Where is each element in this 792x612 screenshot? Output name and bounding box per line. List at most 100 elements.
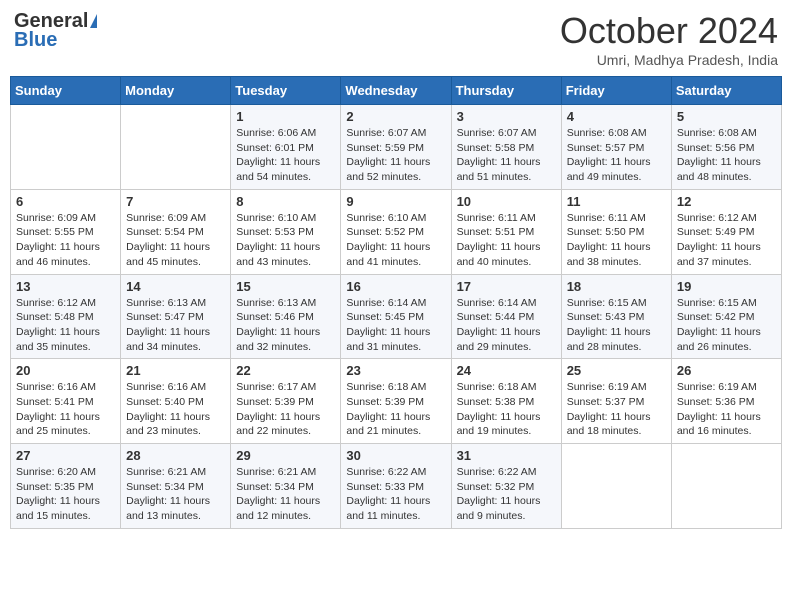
cell-info-line: Sunset: 5:36 PM	[677, 395, 776, 410]
calendar-week-row: 13Sunrise: 6:12 AMSunset: 5:48 PMDayligh…	[11, 274, 782, 359]
calendar-cell: 25Sunrise: 6:19 AMSunset: 5:37 PMDayligh…	[561, 359, 671, 444]
cell-info-line: and 21 minutes.	[346, 424, 445, 439]
day-number: 18	[567, 279, 666, 294]
cell-info-line: and 16 minutes.	[677, 424, 776, 439]
day-number: 1	[236, 109, 335, 124]
cell-info-line: Daylight: 11 hours	[677, 325, 776, 340]
page-header: General Blue October 2024 Umri, Madhya P…	[10, 10, 782, 68]
month-title: October 2024	[560, 10, 778, 52]
cell-info-line: Sunset: 5:38 PM	[457, 395, 556, 410]
column-header-tuesday: Tuesday	[231, 77, 341, 105]
cell-info-line: and 46 minutes.	[16, 255, 115, 270]
day-number: 3	[457, 109, 556, 124]
calendar-cell: 20Sunrise: 6:16 AMSunset: 5:41 PMDayligh…	[11, 359, 121, 444]
cell-info-line: Daylight: 11 hours	[457, 240, 556, 255]
cell-info-line: Sunrise: 6:19 AM	[567, 380, 666, 395]
cell-info-line: Daylight: 11 hours	[677, 155, 776, 170]
cell-info-line: Sunrise: 6:16 AM	[126, 380, 225, 395]
cell-info-line: Sunrise: 6:13 AM	[236, 296, 335, 311]
cell-info-line: Daylight: 11 hours	[346, 494, 445, 509]
cell-info-line: and 26 minutes.	[677, 340, 776, 355]
cell-info-line: Daylight: 11 hours	[346, 240, 445, 255]
cell-info-line: Sunrise: 6:18 AM	[346, 380, 445, 395]
cell-info-line: and 19 minutes.	[457, 424, 556, 439]
calendar-header-row: SundayMondayTuesdayWednesdayThursdayFrid…	[11, 77, 782, 105]
location: Umri, Madhya Pradesh, India	[560, 52, 778, 68]
cell-info-line: and 31 minutes.	[346, 340, 445, 355]
calendar-cell: 10Sunrise: 6:11 AMSunset: 5:51 PMDayligh…	[451, 189, 561, 274]
logo: General Blue	[14, 10, 97, 52]
cell-info-line: Sunrise: 6:08 AM	[677, 126, 776, 141]
cell-info-line: Sunset: 5:48 PM	[16, 310, 115, 325]
cell-info-line: and 49 minutes.	[567, 170, 666, 185]
cell-info-line: Sunset: 5:39 PM	[346, 395, 445, 410]
cell-info-line: and 54 minutes.	[236, 170, 335, 185]
day-number: 31	[457, 448, 556, 463]
calendar-cell: 16Sunrise: 6:14 AMSunset: 5:45 PMDayligh…	[341, 274, 451, 359]
calendar-cell: 2Sunrise: 6:07 AMSunset: 5:59 PMDaylight…	[341, 105, 451, 190]
cell-info-line: Sunrise: 6:13 AM	[126, 296, 225, 311]
calendar-cell	[561, 444, 671, 529]
cell-info-line: Sunset: 5:34 PM	[236, 480, 335, 495]
cell-info-line: Sunset: 5:39 PM	[236, 395, 335, 410]
day-number: 8	[236, 194, 335, 209]
cell-info-line: and 11 minutes.	[346, 509, 445, 524]
column-header-monday: Monday	[121, 77, 231, 105]
calendar-cell: 18Sunrise: 6:15 AMSunset: 5:43 PMDayligh…	[561, 274, 671, 359]
day-number: 7	[126, 194, 225, 209]
cell-info-line: and 29 minutes.	[457, 340, 556, 355]
cell-info-line: Daylight: 11 hours	[236, 155, 335, 170]
day-number: 11	[567, 194, 666, 209]
calendar-cell: 14Sunrise: 6:13 AMSunset: 5:47 PMDayligh…	[121, 274, 231, 359]
cell-info-line: and 52 minutes.	[346, 170, 445, 185]
calendar-cell	[121, 105, 231, 190]
cell-info-line: Sunrise: 6:10 AM	[236, 211, 335, 226]
calendar-cell: 29Sunrise: 6:21 AMSunset: 5:34 PMDayligh…	[231, 444, 341, 529]
cell-info-line: Sunset: 5:52 PM	[346, 225, 445, 240]
calendar-cell: 26Sunrise: 6:19 AMSunset: 5:36 PMDayligh…	[671, 359, 781, 444]
cell-info-line: Sunset: 5:55 PM	[16, 225, 115, 240]
cell-info-line: Daylight: 11 hours	[457, 494, 556, 509]
calendar-cell: 24Sunrise: 6:18 AMSunset: 5:38 PMDayligh…	[451, 359, 561, 444]
cell-info-line: Sunrise: 6:09 AM	[16, 211, 115, 226]
cell-info-line: Sunset: 5:53 PM	[236, 225, 335, 240]
cell-info-line: Sunset: 5:35 PM	[16, 480, 115, 495]
cell-info-line: Sunset: 5:41 PM	[16, 395, 115, 410]
cell-info-line: Sunrise: 6:12 AM	[677, 211, 776, 226]
cell-info-line: and 9 minutes.	[457, 509, 556, 524]
cell-info-line: Sunset: 5:49 PM	[677, 225, 776, 240]
calendar-cell	[671, 444, 781, 529]
cell-info-line: Sunset: 5:51 PM	[457, 225, 556, 240]
column-header-thursday: Thursday	[451, 77, 561, 105]
cell-info-line: Sunset: 5:37 PM	[567, 395, 666, 410]
cell-info-line: Sunrise: 6:07 AM	[457, 126, 556, 141]
day-number: 20	[16, 363, 115, 378]
cell-info-line: Daylight: 11 hours	[567, 410, 666, 425]
cell-info-line: and 40 minutes.	[457, 255, 556, 270]
cell-info-line: and 37 minutes.	[677, 255, 776, 270]
cell-info-line: Daylight: 11 hours	[126, 240, 225, 255]
cell-info-line: Sunset: 5:54 PM	[126, 225, 225, 240]
cell-info-line: and 34 minutes.	[126, 340, 225, 355]
day-number: 19	[677, 279, 776, 294]
logo-triangle-icon	[90, 14, 97, 28]
cell-info-line: Daylight: 11 hours	[16, 240, 115, 255]
day-number: 21	[126, 363, 225, 378]
calendar-cell: 23Sunrise: 6:18 AMSunset: 5:39 PMDayligh…	[341, 359, 451, 444]
cell-info-line: Sunset: 5:44 PM	[457, 310, 556, 325]
day-number: 27	[16, 448, 115, 463]
cell-info-line: Sunrise: 6:15 AM	[567, 296, 666, 311]
calendar-cell: 8Sunrise: 6:10 AMSunset: 5:53 PMDaylight…	[231, 189, 341, 274]
calendar-cell: 31Sunrise: 6:22 AMSunset: 5:32 PMDayligh…	[451, 444, 561, 529]
day-number: 24	[457, 363, 556, 378]
day-number: 6	[16, 194, 115, 209]
day-number: 13	[16, 279, 115, 294]
column-header-friday: Friday	[561, 77, 671, 105]
cell-info-line: Sunrise: 6:21 AM	[126, 465, 225, 480]
cell-info-line: Daylight: 11 hours	[16, 325, 115, 340]
cell-info-line: Sunset: 5:50 PM	[567, 225, 666, 240]
cell-info-line: and 22 minutes.	[236, 424, 335, 439]
cell-info-line: and 43 minutes.	[236, 255, 335, 270]
cell-info-line: Daylight: 11 hours	[236, 325, 335, 340]
calendar-week-row: 6Sunrise: 6:09 AMSunset: 5:55 PMDaylight…	[11, 189, 782, 274]
